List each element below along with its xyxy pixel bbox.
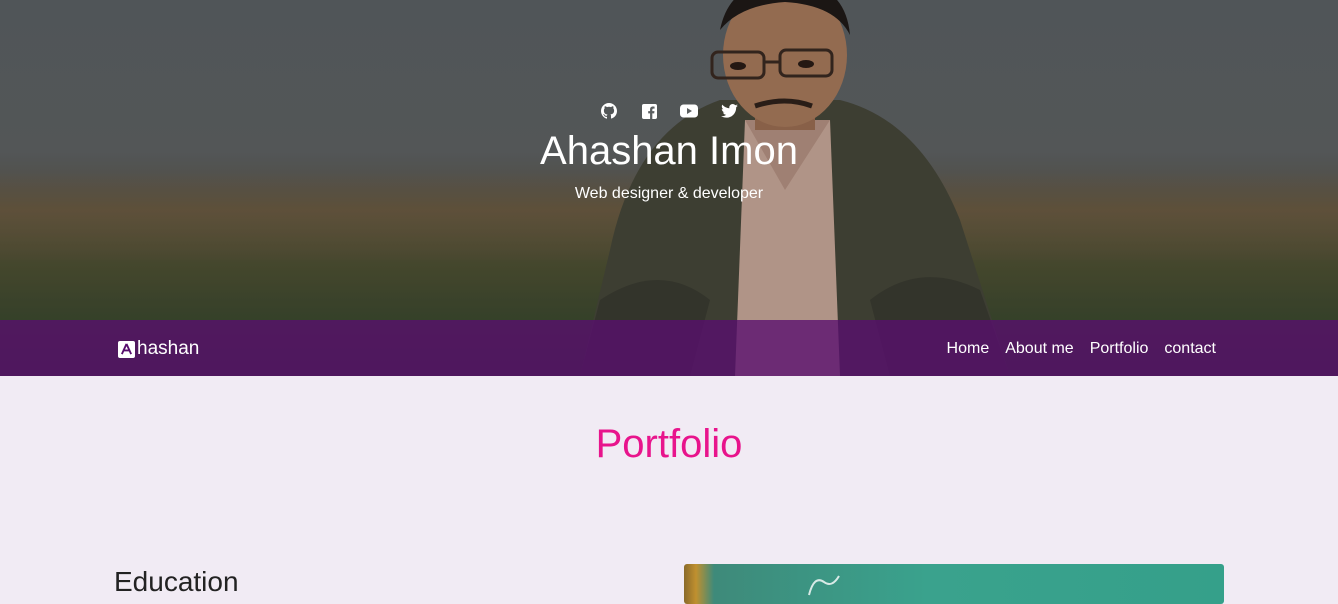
nav-link-about-me[interactable]: About me xyxy=(1005,339,1073,359)
nav-links: Home About me Portfolio contact xyxy=(947,339,1216,359)
youtube-icon[interactable] xyxy=(680,102,698,120)
social-links xyxy=(0,102,1338,120)
facebook-icon[interactable] xyxy=(640,102,658,120)
hero-name: Ahashan Imon xyxy=(540,129,798,173)
github-icon[interactable] xyxy=(600,102,618,120)
hero-tagline: Web designer & developer xyxy=(574,185,764,202)
app-store-logo-icon xyxy=(118,340,135,358)
education-heading: Education xyxy=(114,566,239,597)
portfolio-section-title: Portfolio xyxy=(595,422,743,466)
hero-banner: Ahashan Imon Web designer & developer ha… xyxy=(0,0,1338,376)
chalk-drawing-image xyxy=(804,570,864,604)
education-image xyxy=(684,564,1224,604)
nav-link-contact[interactable]: contact xyxy=(1164,339,1216,359)
brand-link[interactable]: hashan xyxy=(118,338,199,360)
twitter-icon[interactable] xyxy=(720,102,738,120)
brand-text: hashan xyxy=(137,338,200,359)
main-navbar: hashan Home About me Portfolio contact xyxy=(0,320,1338,376)
nav-link-portfolio[interactable]: Portfolio xyxy=(1090,339,1149,359)
nav-link-home[interactable]: Home xyxy=(947,339,990,359)
